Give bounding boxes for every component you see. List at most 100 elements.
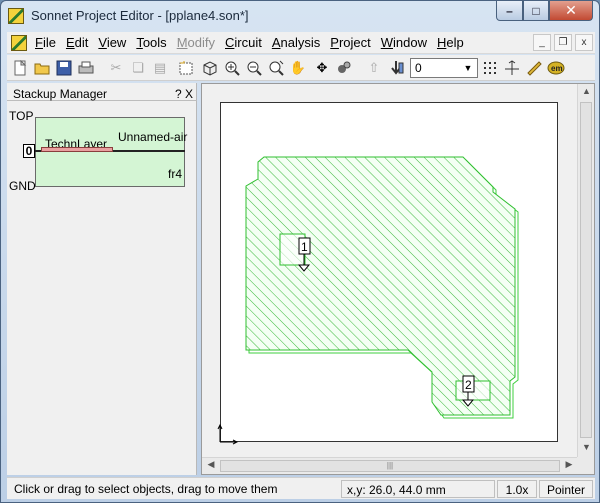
svg-text:em: em	[551, 64, 563, 73]
stackup-manager-panel: Stackup Manager ? X TOP GND Unnamed-air …	[7, 83, 197, 475]
menu-label-rest: dit	[74, 35, 89, 50]
menu-label-rest: ile	[42, 35, 56, 50]
vertical-scrollbar[interactable]: ▲ ▼	[577, 84, 594, 458]
menu-label-rest: iew	[106, 35, 127, 50]
status-bar: Click or drag to select objects, drag to…	[7, 477, 595, 499]
app-window: Sonnet Project Editor - [pplane4.son*] –…	[0, 0, 600, 503]
layout-drawing[interactable]: 1 2	[221, 103, 559, 443]
open-icon[interactable]	[33, 59, 51, 77]
menu-window[interactable]: Window	[381, 35, 427, 50]
sonnet-app-icon	[8, 8, 24, 24]
status-message: Click or drag to select objects, drag to…	[9, 480, 339, 498]
mdi-controls: _ ❐ x	[530, 34, 593, 51]
menu-bar: File Edit View Tools Modify Circuit Analysis Pr…	[7, 32, 595, 54]
menu-circuit[interactable]: Circuit	[225, 35, 262, 50]
menu-label-rest: ools	[142, 35, 167, 50]
cut-icon[interactable]: ✂	[107, 59, 125, 77]
copy-icon[interactable]: ❏	[129, 59, 147, 77]
menu-accelerator: P	[330, 35, 339, 50]
stackup-controls[interactable]: ? X	[175, 87, 193, 101]
scroll-down-icon[interactable]: ▼	[578, 442, 595, 456]
layer-down-icon[interactable]	[387, 59, 405, 77]
top-label: TOP	[9, 109, 34, 123]
3d-view-icon[interactable]	[201, 59, 219, 77]
document-icon[interactable]	[11, 35, 27, 51]
toolbar: ✂ ❏ ▤ ✋ ✥ ⇧ 0 ▼ em	[7, 55, 595, 81]
chevron-down-icon: ▼	[463, 63, 473, 73]
horizontal-scroll-thumb[interactable]: |||	[220, 460, 560, 472]
zoom-in-icon[interactable]	[223, 59, 241, 77]
port1-label: 1	[301, 240, 308, 254]
stackup-header: Stackup Manager ? X	[7, 85, 197, 101]
zoom-fit-icon[interactable]	[267, 59, 285, 77]
layer-select[interactable]: 0 ▼	[410, 58, 478, 78]
menu-edit[interactable]: Edit	[66, 35, 88, 50]
paste-icon[interactable]: ▤	[151, 59, 169, 77]
menu-tools[interactable]: Tools	[136, 35, 166, 50]
layer-up-icon[interactable]: ⇧	[365, 59, 383, 77]
menu-accelerator: C	[225, 35, 235, 50]
grid-icon[interactable]	[481, 59, 499, 77]
status-coordinates: x,y: 26.0, 44.0 mm	[341, 480, 495, 498]
menu-accelerator: E	[65, 35, 75, 50]
scroll-up-icon[interactable]: ▲	[578, 86, 595, 100]
status-mode: Pointer	[539, 480, 593, 498]
menu-accelerator: V	[98, 35, 107, 50]
dielectric-stack[interactable]	[35, 117, 185, 187]
menu-file[interactable]: File	[35, 35, 56, 50]
layer-select-value: 0	[415, 61, 422, 75]
menu-label-rest: elp	[446, 35, 464, 50]
mdi-close-button[interactable]: x	[575, 34, 593, 51]
level-index[interactable]: 0	[23, 144, 35, 158]
move-icon[interactable]: ✥	[313, 59, 331, 77]
menu-accelerator: F	[35, 35, 43, 50]
vertical-scroll-thumb[interactable]	[580, 102, 592, 438]
menu-analysis[interactable]: Analysis	[272, 35, 320, 50]
minimize-button[interactable]: –	[496, 1, 523, 21]
box-frame[interactable]: 1 2	[220, 102, 558, 442]
window-controls: – □ ✕	[496, 1, 593, 21]
mdi-minimize-button[interactable]: _	[533, 34, 551, 51]
editor-canvas[interactable]: 1 2 ▲ ▼ ◀ ||| ▶	[201, 83, 595, 475]
menu-label-rest: odify	[187, 35, 215, 50]
menu-project[interactable]: Project	[330, 35, 370, 50]
zoom-out-icon[interactable]	[245, 59, 263, 77]
maximize-button[interactable]: □	[523, 1, 549, 21]
gnd-label: GND	[9, 179, 36, 193]
select-icon[interactable]	[177, 59, 195, 77]
menu-label-rest: ircuit	[234, 35, 262, 50]
ruler-icon[interactable]	[525, 59, 543, 77]
tech-layer-bar[interactable]	[41, 147, 113, 152]
menu-view[interactable]: View	[98, 35, 126, 50]
mdi-restore-button[interactable]: ❐	[554, 34, 572, 51]
pan-icon[interactable]: ✋	[289, 59, 307, 77]
scroll-corner	[577, 457, 594, 474]
title-bar: Sonnet Project Editor - [pplane4.son*] –…	[1, 1, 599, 31]
menu-label-rest: roject	[338, 35, 371, 50]
port2-label: 2	[465, 378, 472, 392]
menu-help[interactable]: Help	[437, 35, 464, 50]
measure-icon[interactable]	[335, 59, 353, 77]
horizontal-scrollbar[interactable]: ◀ ||| ▶	[202, 457, 578, 474]
window-title: Sonnet Project Editor - [pplane4.son*]	[31, 8, 249, 23]
air-layer-label: Unnamed-air	[118, 130, 188, 144]
close-button[interactable]: ✕	[549, 1, 593, 21]
menu-accelerator: H	[436, 35, 447, 50]
metal-polygon[interactable]	[245, 156, 516, 416]
save-icon[interactable]	[55, 59, 73, 77]
menu-items: File Edit View Tools Modify Circuit Analysis Pr…	[35, 35, 474, 50]
em-icon[interactable]: em	[547, 59, 565, 77]
scroll-right-icon[interactable]: ▶	[562, 459, 576, 473]
menu-modify[interactable]: Modify	[177, 35, 215, 50]
status-zoom: 1.0x	[497, 480, 537, 498]
new-icon[interactable]	[11, 59, 29, 77]
menu-label-rest: indow	[393, 35, 427, 50]
snap-icon[interactable]	[503, 59, 521, 77]
print-icon[interactable]	[77, 59, 95, 77]
scroll-left-icon[interactable]: ◀	[204, 459, 218, 473]
menu-accelerator: W	[380, 35, 394, 50]
menu-label-rest: nalysis	[280, 35, 321, 50]
menu-accelerator: A	[271, 35, 281, 50]
origin-axis-icon	[217, 424, 238, 445]
dielectric-layer-label: fr4	[168, 167, 183, 181]
